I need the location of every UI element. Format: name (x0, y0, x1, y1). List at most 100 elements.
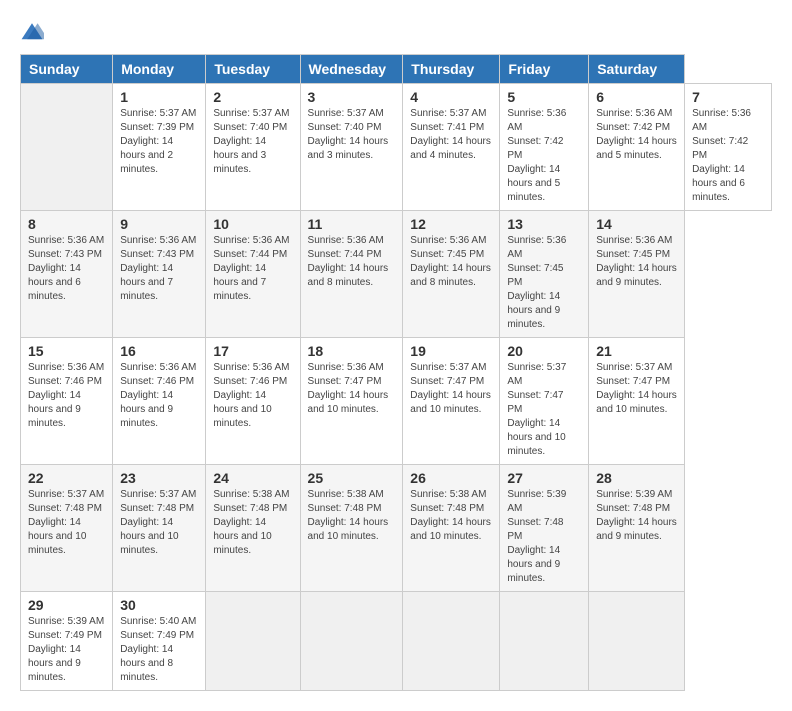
calendar-cell: 30Sunrise: 5:40 AMSunset: 7:49 PMDayligh… (113, 592, 206, 691)
calendar-cell: 16Sunrise: 5:36 AMSunset: 7:46 PMDayligh… (113, 338, 206, 465)
day-number: 11 (308, 216, 396, 232)
day-info: Sunrise: 5:36 AMSunset: 7:43 PMDaylight:… (28, 234, 105, 304)
day-info: Sunrise: 5:36 AMSunset: 7:42 PMDaylight:… (692, 107, 764, 205)
day-number: 1 (120, 89, 198, 105)
calendar-cell: 8 Sunrise: 5:36 AMSunset: 7:43 PMDaylight… (21, 211, 113, 338)
day-info: Sunrise: 5:36 AMSunset: 7:47 PMDaylight:… (308, 361, 396, 417)
header-saturday: Saturday (589, 55, 685, 84)
calendar-cell (206, 592, 300, 691)
calendar-cell: 7 Sunrise: 5:36 AMSunset: 7:42 PMDaylight… (685, 84, 772, 211)
day-info: Sunrise: 5:36 AMSunset: 7:43 PMDaylight:… (120, 234, 198, 304)
day-info: Sunrise: 5:37 AMSunset: 7:47 PMDaylight:… (410, 361, 492, 417)
day-number: 6 (596, 89, 677, 105)
calendar-week-row: 8 Sunrise: 5:36 AMSunset: 7:43 PMDaylight… (21, 211, 772, 338)
page-header (20, 20, 772, 44)
calendar-cell: 14 Sunrise: 5:36 AMSunset: 7:45 PMDayligh… (589, 211, 685, 338)
day-info: Sunrise: 5:36 AMSunset: 7:42 PMDaylight:… (596, 107, 677, 163)
day-info: Sunrise: 5:37 AMSunset: 7:47 PMDaylight:… (596, 361, 677, 417)
calendar-cell: 29 Sunrise: 5:39 AMSunset: 7:49 PMDayligh… (21, 592, 113, 691)
calendar-cell: 12 Sunrise: 5:36 AMSunset: 7:45 PMDayligh… (403, 211, 500, 338)
day-number: 20 (507, 343, 581, 359)
day-info: Sunrise: 5:37 AMSunset: 7:40 PMDaylight:… (308, 107, 396, 163)
calendar-week-row: 1 Sunrise: 5:37 AMSunset: 7:39 PMDaylight… (21, 84, 772, 211)
calendar-header-row: SundayMondayTuesdayWednesdayThursdayFrid… (21, 55, 772, 84)
calendar-cell: 15Sunrise: 5:36 AMSunset: 7:46 PMDayligh… (21, 338, 113, 465)
day-number: 5 (507, 89, 581, 105)
day-number: 22 (28, 470, 105, 486)
calendar-cell: 23 Sunrise: 5:37 AMSunset: 7:48 PMDayligh… (113, 465, 206, 592)
calendar-cell: 27Sunrise: 5:39 AMSunset: 7:48 PMDayligh… (500, 465, 589, 592)
day-number: 14 (596, 216, 677, 232)
day-info: Sunrise: 5:38 AMSunset: 7:48 PMDaylight:… (213, 488, 292, 558)
day-info: Sunrise: 5:37 AMSunset: 7:48 PMDaylight:… (120, 488, 198, 558)
calendar-cell: 18 Sunrise: 5:36 AMSunset: 7:47 PMDayligh… (300, 338, 403, 465)
day-info: Sunrise: 5:39 AMSunset: 7:49 PMDaylight:… (28, 615, 105, 685)
calendar-week-row: 22 Sunrise: 5:37 AMSunset: 7:48 PMDayligh… (21, 465, 772, 592)
header-thursday: Thursday (403, 55, 500, 84)
day-number: 4 (410, 89, 492, 105)
day-info: Sunrise: 5:37 AMSunset: 7:39 PMDaylight:… (120, 107, 198, 177)
calendar-cell: 28 Sunrise: 5:39 AMSunset: 7:48 PMDayligh… (589, 465, 685, 592)
calendar-cell: 21 Sunrise: 5:37 AMSunset: 7:47 PMDayligh… (589, 338, 685, 465)
day-number: 21 (596, 343, 677, 359)
day-info: Sunrise: 5:38 AMSunset: 7:48 PMDaylight:… (410, 488, 492, 544)
day-number: 2 (213, 89, 292, 105)
day-number: 13 (507, 216, 581, 232)
day-info: Sunrise: 5:36 AMSunset: 7:45 PMDaylight:… (507, 234, 581, 332)
day-number: 17 (213, 343, 292, 359)
calendar-cell (500, 592, 589, 691)
calendar-cell: 24 Sunrise: 5:38 AMSunset: 7:48 PMDayligh… (206, 465, 300, 592)
day-number: 12 (410, 216, 492, 232)
calendar-cell: 22Sunrise: 5:37 AMSunset: 7:48 PMDayligh… (21, 465, 113, 592)
day-info: Sunrise: 5:36 AMSunset: 7:44 PMDaylight:… (308, 234, 396, 290)
day-info: Sunrise: 5:36 AMSunset: 7:44 PMDaylight:… (213, 234, 292, 304)
day-info: Sunrise: 5:36 AMSunset: 7:45 PMDaylight:… (410, 234, 492, 290)
calendar-cell (403, 592, 500, 691)
day-number: 10 (213, 216, 292, 232)
day-info: Sunrise: 5:37 AMSunset: 7:41 PMDaylight:… (410, 107, 492, 163)
day-number: 24 (213, 470, 292, 486)
day-info: Sunrise: 5:39 AMSunset: 7:48 PMDaylight:… (596, 488, 677, 544)
day-number: 7 (692, 89, 764, 105)
day-number: 29 (28, 597, 105, 613)
calendar-cell (21, 84, 113, 211)
calendar-cell: 20 Sunrise: 5:37 AMSunset: 7:47 PMDayligh… (500, 338, 589, 465)
calendar-cell (300, 592, 403, 691)
header-wednesday: Wednesday (300, 55, 403, 84)
calendar-cell: 13 Sunrise: 5:36 AMSunset: 7:45 PMDayligh… (500, 211, 589, 338)
calendar-week-row: 29 Sunrise: 5:39 AMSunset: 7:49 PMDayligh… (21, 592, 772, 691)
calendar-cell (589, 592, 685, 691)
calendar-cell: 1 Sunrise: 5:37 AMSunset: 7:39 PMDaylight… (113, 84, 206, 211)
calendar-cell: 6 Sunrise: 5:36 AMSunset: 7:42 PMDaylight… (589, 84, 685, 211)
day-info: Sunrise: 5:36 AMSunset: 7:46 PMDaylight:… (28, 361, 105, 431)
calendar-cell: 17 Sunrise: 5:36 AMSunset: 7:46 PMDayligh… (206, 338, 300, 465)
day-info: Sunrise: 5:36 AMSunset: 7:45 PMDaylight:… (596, 234, 677, 290)
logo (20, 20, 48, 44)
logo-icon (20, 20, 44, 44)
calendar-cell: 3 Sunrise: 5:37 AMSunset: 7:40 PMDaylight… (300, 84, 403, 211)
day-number: 26 (410, 470, 492, 486)
day-number: 3 (308, 89, 396, 105)
header-friday: Friday (500, 55, 589, 84)
day-info: Sunrise: 5:37 AMSunset: 7:47 PMDaylight:… (507, 361, 581, 459)
header-sunday: Sunday (21, 55, 113, 84)
calendar-cell: 26 Sunrise: 5:38 AMSunset: 7:48 PMDayligh… (403, 465, 500, 592)
day-number: 8 (28, 216, 105, 232)
day-info: Sunrise: 5:37 AMSunset: 7:40 PMDaylight:… (213, 107, 292, 177)
day-number: 19 (410, 343, 492, 359)
calendar-cell: 11 Sunrise: 5:36 AMSunset: 7:44 PMDayligh… (300, 211, 403, 338)
day-number: 16 (120, 343, 198, 359)
day-number: 23 (120, 470, 198, 486)
calendar-cell: 5Sunrise: 5:36 AMSunset: 7:42 PMDaylight… (500, 84, 589, 211)
day-number: 28 (596, 470, 677, 486)
day-info: Sunrise: 5:39 AMSunset: 7:48 PMDaylight:… (507, 488, 581, 586)
calendar-cell: 25Sunrise: 5:38 AMSunset: 7:48 PMDayligh… (300, 465, 403, 592)
calendar: SundayMondayTuesdayWednesdayThursdayFrid… (20, 54, 772, 691)
day-number: 18 (308, 343, 396, 359)
day-info: Sunrise: 5:38 AMSunset: 7:48 PMDaylight:… (308, 488, 396, 544)
calendar-cell: 2 Sunrise: 5:37 AMSunset: 7:40 PMDaylight… (206, 84, 300, 211)
calendar-cell: 4 Sunrise: 5:37 AMSunset: 7:41 PMDaylight… (403, 84, 500, 211)
day-number: 30 (120, 597, 198, 613)
header-monday: Monday (113, 55, 206, 84)
day-info: Sunrise: 5:36 AMSunset: 7:46 PMDaylight:… (213, 361, 292, 431)
